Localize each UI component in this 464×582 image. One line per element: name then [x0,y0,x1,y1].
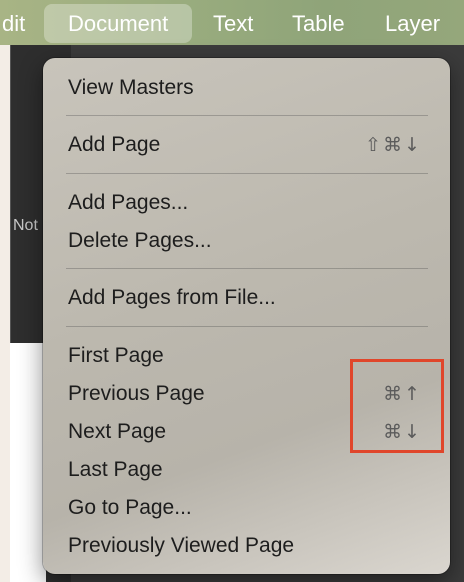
menu-separator [66,268,428,269]
document-menu-dropdown: View Masters Add Page ⇧⌘↓ Add Pages... D… [43,58,450,574]
menu-item-add-pages[interactable]: Add Pages... [68,186,188,220]
menu-separator [66,173,428,174]
menu-item-next-page[interactable]: Next Page [68,415,166,449]
menu-item-last-page[interactable]: Last Page [68,453,163,487]
menu-item-view-masters[interactable]: View Masters [68,71,194,105]
menu-edit[interactable]: dit [2,4,25,43]
background-left-strip [0,45,10,582]
menu-document[interactable]: Document [44,4,193,43]
add-page-shortcut: ⇧⌘↓ [365,134,422,156]
menu-item-first-page[interactable]: First Page [68,339,164,373]
menu-layer[interactable]: Layer [385,4,440,43]
highlight-annotation-box [350,359,444,453]
menu-item-go-to-page[interactable]: Go to Page... [68,491,192,525]
menu-separator [66,326,428,327]
menu-item-previous-page[interactable]: Previous Page [68,377,205,411]
menu-item-add-pages-from-file[interactable]: Add Pages from File... [68,281,276,315]
background-page-thumbnail [10,343,46,582]
menu-text[interactable]: Text [213,4,253,43]
background-notes-fragment: Not [13,217,38,234]
menu-item-delete-pages[interactable]: Delete Pages... [68,224,212,258]
menu-separator [66,115,428,116]
menu-item-add-page[interactable]: Add Page [68,128,160,162]
menu-bar: dit Document Text Table Layer [0,0,464,45]
menu-table[interactable]: Table [292,4,345,43]
menu-item-previously-viewed-page[interactable]: Previously Viewed Page [68,529,294,563]
